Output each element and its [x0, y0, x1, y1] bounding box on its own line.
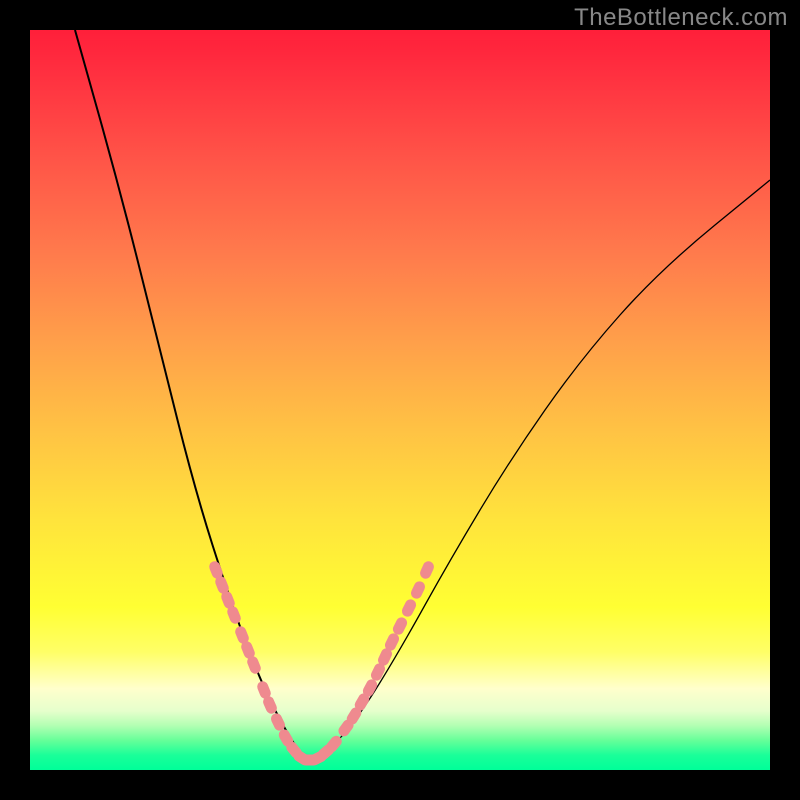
plot-area	[30, 30, 770, 770]
curve-marker	[269, 712, 287, 733]
curve-marker	[418, 560, 435, 581]
curve-marker	[400, 597, 418, 618]
curve-marker	[409, 580, 427, 601]
curve-layer	[30, 30, 770, 770]
curve-markers	[208, 560, 436, 768]
chart-frame: TheBottleneck.com	[0, 0, 800, 800]
bottleneck-curve-left	[75, 30, 305, 760]
watermark-text: TheBottleneck.com	[574, 4, 788, 32]
